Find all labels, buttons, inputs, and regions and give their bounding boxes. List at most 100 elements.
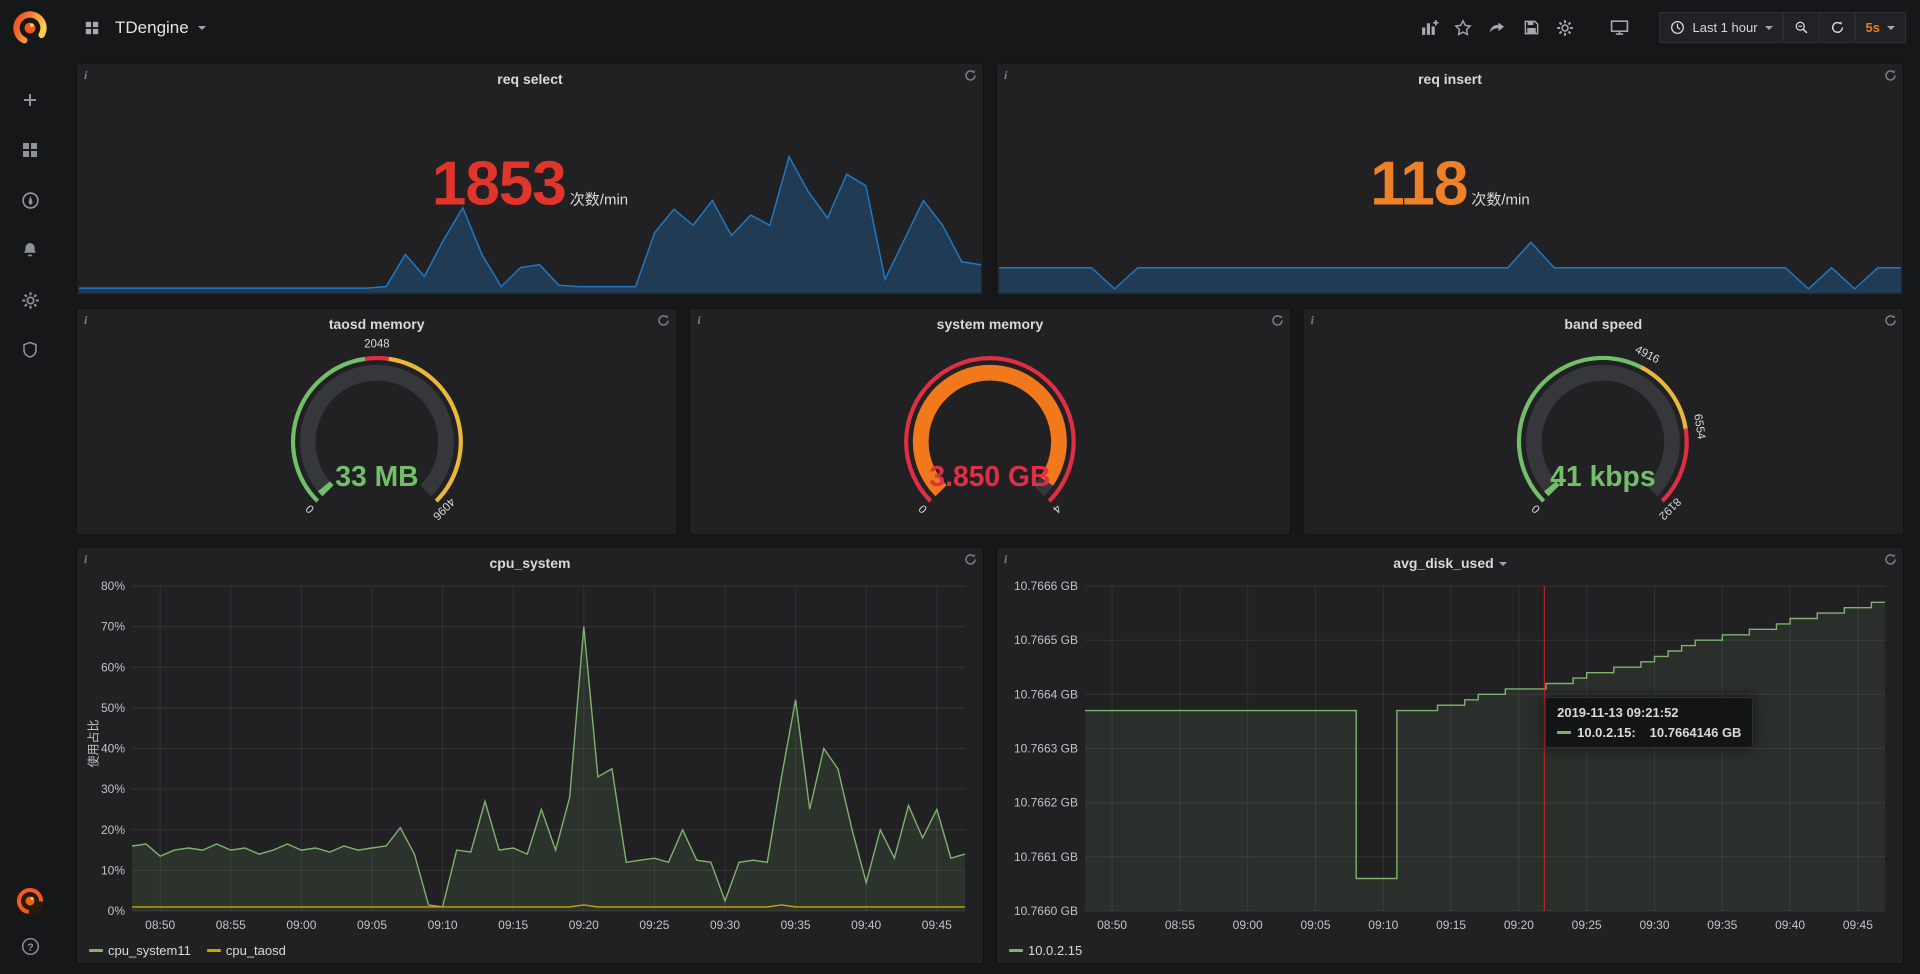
svg-text:09:15: 09:15	[1436, 918, 1466, 932]
cpu-system-chart[interactable]: 0%10%20%30%40%50%60%70%80%08:5008:5509:0…	[81, 578, 977, 935]
dashboard-grid-icon[interactable]	[78, 14, 106, 42]
spinner-icon	[1884, 553, 1897, 571]
chart-legend: cpu_system11 cpu_taosd	[89, 943, 286, 958]
svg-text:10.7662 GB: 10.7662 GB	[1014, 796, 1078, 810]
svg-text:09:35: 09:35	[1707, 918, 1737, 932]
star-icon[interactable]	[1449, 14, 1477, 42]
time-picker-button[interactable]: Last 1 hour	[1659, 12, 1783, 43]
refresh-button[interactable]	[1820, 12, 1856, 43]
legend-item[interactable]: cpu_system11	[89, 943, 191, 958]
panel-req-select: i req select 1853 次数/min	[76, 63, 984, 296]
share-icon[interactable]	[1483, 14, 1511, 42]
series-color-swatch	[89, 949, 103, 952]
tooltip-series-label: 10.0.2.15:	[1577, 725, 1636, 740]
panel-taosd-memory: i taosd memory 04096204833 MB	[76, 308, 677, 535]
help-icon[interactable]: ?	[18, 934, 42, 958]
clock-icon	[1670, 20, 1685, 35]
monitor-icon[interactable]	[1605, 14, 1633, 42]
svg-text:09:20: 09:20	[569, 918, 599, 932]
svg-text:4: 4	[1050, 502, 1063, 515]
chevron-down-icon	[1765, 26, 1773, 30]
stat-value: 118 次数/min	[1370, 149, 1529, 220]
save-icon[interactable]	[1517, 14, 1545, 42]
add-panel-icon[interactable]	[1415, 14, 1443, 42]
svg-text:8192: 8192	[1657, 495, 1684, 522]
info-icon[interactable]: i	[1004, 552, 1007, 567]
info-icon[interactable]: i	[1311, 313, 1314, 328]
svg-text:0: 0	[1530, 502, 1543, 515]
svg-text:09:05: 09:05	[357, 918, 387, 932]
svg-text:09:25: 09:25	[639, 918, 669, 932]
svg-text:33 MB: 33 MB	[335, 460, 418, 492]
svg-text:30%: 30%	[101, 782, 125, 796]
svg-text:41 kbps: 41 kbps	[1551, 460, 1656, 492]
dashboard-grid: i req select 1853 次数/min i req insert 11…	[60, 55, 1920, 974]
svg-text:50%: 50%	[101, 701, 125, 715]
svg-text:09:25: 09:25	[1572, 918, 1602, 932]
sidebar-menu	[18, 88, 42, 362]
panel-title[interactable]: avg_disk_used	[1037, 555, 1863, 571]
panel-title[interactable]: cpu_system	[117, 555, 943, 571]
svg-text:09:45: 09:45	[1843, 918, 1873, 932]
svg-text:08:50: 08:50	[145, 918, 175, 932]
svg-text:2048: 2048	[364, 338, 390, 350]
svg-text:10.7664 GB: 10.7664 GB	[1014, 687, 1078, 701]
graph-tooltip: 2019-11-13 09:21:52 10.0.2.15: 10.766414…	[1545, 697, 1753, 748]
panel-title[interactable]: system memory	[730, 316, 1249, 332]
svg-text:0: 0	[917, 502, 930, 515]
info-icon[interactable]: i	[697, 313, 700, 328]
svg-text:09:00: 09:00	[1233, 918, 1263, 932]
configuration-gear-icon[interactable]	[18, 288, 42, 312]
spinner-icon	[1884, 69, 1897, 87]
dashboard-title[interactable]: TDengine	[115, 18, 189, 38]
info-icon[interactable]: i	[1004, 68, 1007, 83]
series-color-swatch	[1009, 949, 1023, 952]
svg-text:09:30: 09:30	[710, 918, 740, 932]
svg-text:08:50: 08:50	[1097, 918, 1127, 932]
band-speed-gauge: 081924916655441 kbps	[1304, 335, 1903, 534]
settings-gear-icon[interactable]	[1551, 14, 1579, 42]
user-avatar[interactable]	[15, 886, 45, 916]
svg-text:70%: 70%	[101, 620, 125, 634]
dashboards-icon[interactable]	[18, 138, 42, 162]
panel-band-speed: i band speed 081924916655441 kbps	[1303, 308, 1904, 535]
info-icon[interactable]: i	[84, 552, 87, 567]
explore-compass-icon[interactable]	[18, 188, 42, 212]
zoom-out-button[interactable]	[1784, 12, 1820, 43]
svg-text:09:05: 09:05	[1300, 918, 1330, 932]
chevron-down-icon	[1887, 26, 1895, 30]
series-color-swatch	[207, 949, 221, 952]
svg-text:09:15: 09:15	[498, 918, 528, 932]
svg-text:?: ?	[27, 941, 33, 953]
svg-text:09:20: 09:20	[1504, 918, 1534, 932]
panel-title[interactable]: req insert	[1037, 71, 1863, 87]
svg-text:40%: 40%	[101, 742, 125, 756]
svg-text:60%: 60%	[101, 660, 125, 674]
spinner-icon	[1271, 314, 1284, 332]
svg-text:10.7665 GB: 10.7665 GB	[1014, 633, 1078, 647]
navbar-left: TDengine	[78, 14, 206, 42]
avg-disk-used-chart[interactable]: 10.7660 GB10.7661 GB10.7662 GB10.7663 GB…	[1001, 578, 1897, 935]
legend-item[interactable]: 10.0.2.15	[1009, 943, 1082, 958]
svg-text:08:55: 08:55	[1165, 918, 1195, 932]
chart-legend: 10.0.2.15	[1009, 943, 1082, 958]
admin-shield-icon[interactable]	[18, 338, 42, 362]
svg-text:09:10: 09:10	[1368, 918, 1398, 932]
legend-item[interactable]: cpu_taosd	[207, 943, 286, 958]
panel-menu-caret-icon[interactable]	[1499, 562, 1507, 566]
refresh-interval-label: 5s	[1866, 20, 1880, 35]
svg-text:4096: 4096	[430, 495, 457, 522]
alerting-bell-icon[interactable]	[18, 238, 42, 262]
refresh-interval-dropdown[interactable]: 5s	[1856, 12, 1906, 43]
grafana-logo-icon[interactable]	[10, 8, 50, 48]
sidebar-bottom: ?	[15, 886, 45, 974]
info-icon[interactable]: i	[84, 68, 87, 83]
panel-title[interactable]: taosd memory	[117, 316, 636, 332]
panel-title[interactable]: req select	[117, 71, 943, 87]
plus-icon[interactable]	[18, 88, 42, 112]
chevron-down-icon[interactable]	[198, 26, 206, 30]
svg-text:10.7666 GB: 10.7666 GB	[1014, 579, 1078, 593]
svg-text:10.7660 GB: 10.7660 GB	[1014, 904, 1078, 918]
panel-title[interactable]: band speed	[1344, 316, 1863, 332]
info-icon[interactable]: i	[84, 313, 87, 328]
